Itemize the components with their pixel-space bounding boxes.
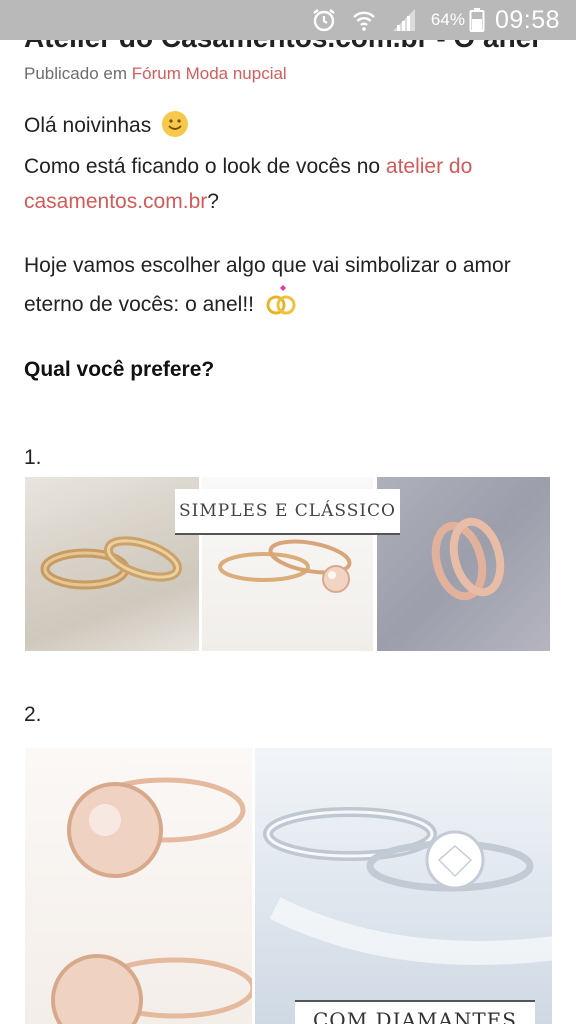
greeting-text: Olá noivinhas [24,114,152,137]
gold-bands-photo [25,477,199,651]
option-1-banner: SIMPLES E CLÁSSICO [175,489,400,535]
option-2-number: 2. [24,703,42,726]
question-heading: Qual você prefere? [24,358,215,381]
option-2-banner: COM DIAMANTES [295,1000,535,1024]
post-paragraph-1: Olá noivinhas Como está ficando o look d… [24,108,552,219]
option-1-image[interactable]: SIMPLES E CLÁSSICO [25,477,550,651]
published-prefix: Publicado em [24,64,128,83]
morganite-rings-photo [25,748,256,1024]
alarm-icon [311,7,337,33]
option-2-image[interactable]: COM DIAMANTES [25,748,552,1024]
published-in: Publicado em Fórum Moda nupcial [24,64,287,84]
ring-emoji-icon [264,283,298,328]
status-bar: 64% 09:58 [0,0,576,40]
option-1-number: 1. [24,446,42,469]
battery-icon [469,7,485,33]
question-mark: ? [207,190,219,213]
battery-percent: 64% [430,10,465,29]
rose-gold-bands-photo [377,477,550,651]
clock-time: 09:58 [494,5,560,34]
diamond-rings-photo [255,748,552,1024]
wifi-icon [351,7,377,33]
smiley-emoji-icon [161,110,189,149]
post-paragraph-2: Hoje vamos escolher algo que vai simboli… [24,248,552,328]
look-question-text: Como está ficando o look de vocês no [24,155,381,178]
forum-link[interactable]: Fórum Moda nupcial [132,64,287,83]
signal-icon [391,7,417,33]
